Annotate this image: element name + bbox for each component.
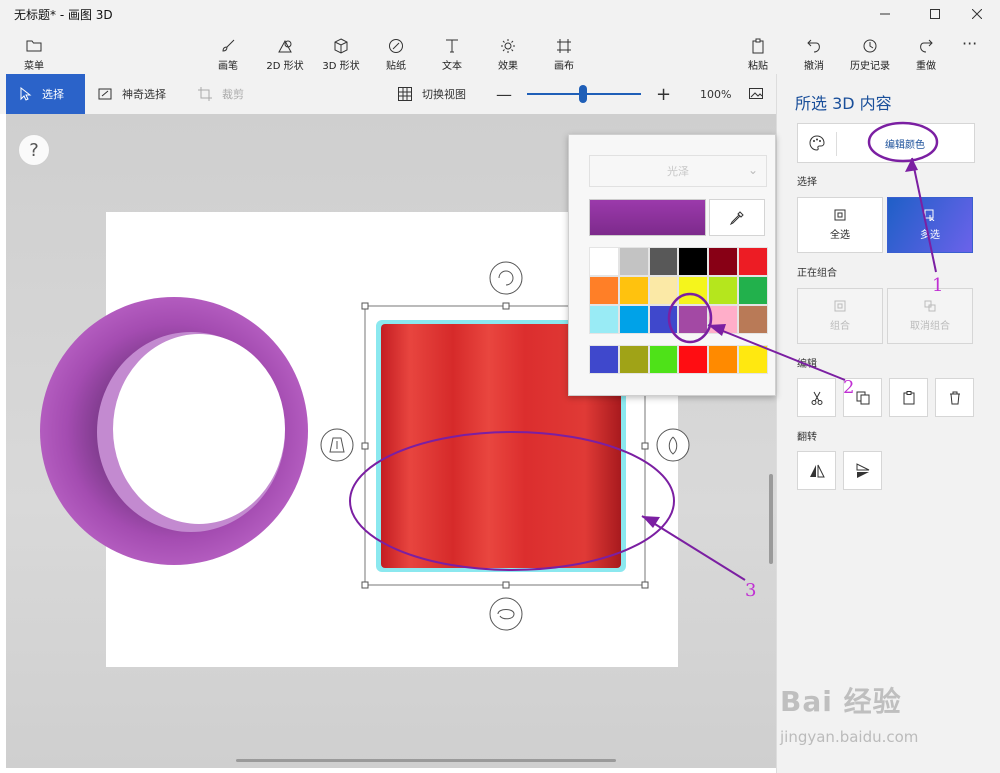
annotation-number-2: 2 bbox=[843, 377, 855, 398]
watermark-url: jingyan.baidu.com bbox=[780, 728, 919, 746]
annotation-ellipse-2 bbox=[667, 292, 713, 344]
annotation-number-1: 1 bbox=[932, 275, 944, 296]
annotation-arrow-2 bbox=[707, 324, 846, 381]
annotation-number-3: 3 bbox=[745, 580, 757, 601]
annotation-arrow-1 bbox=[911, 157, 937, 273]
annotation-ellipse-1 bbox=[867, 121, 939, 163]
annotation-arrow-3 bbox=[641, 515, 746, 581]
baidu-watermark: Bai 经验 jingyan.baidu.com bbox=[780, 680, 950, 760]
watermark-brand: Bai 经验 bbox=[780, 685, 902, 718]
